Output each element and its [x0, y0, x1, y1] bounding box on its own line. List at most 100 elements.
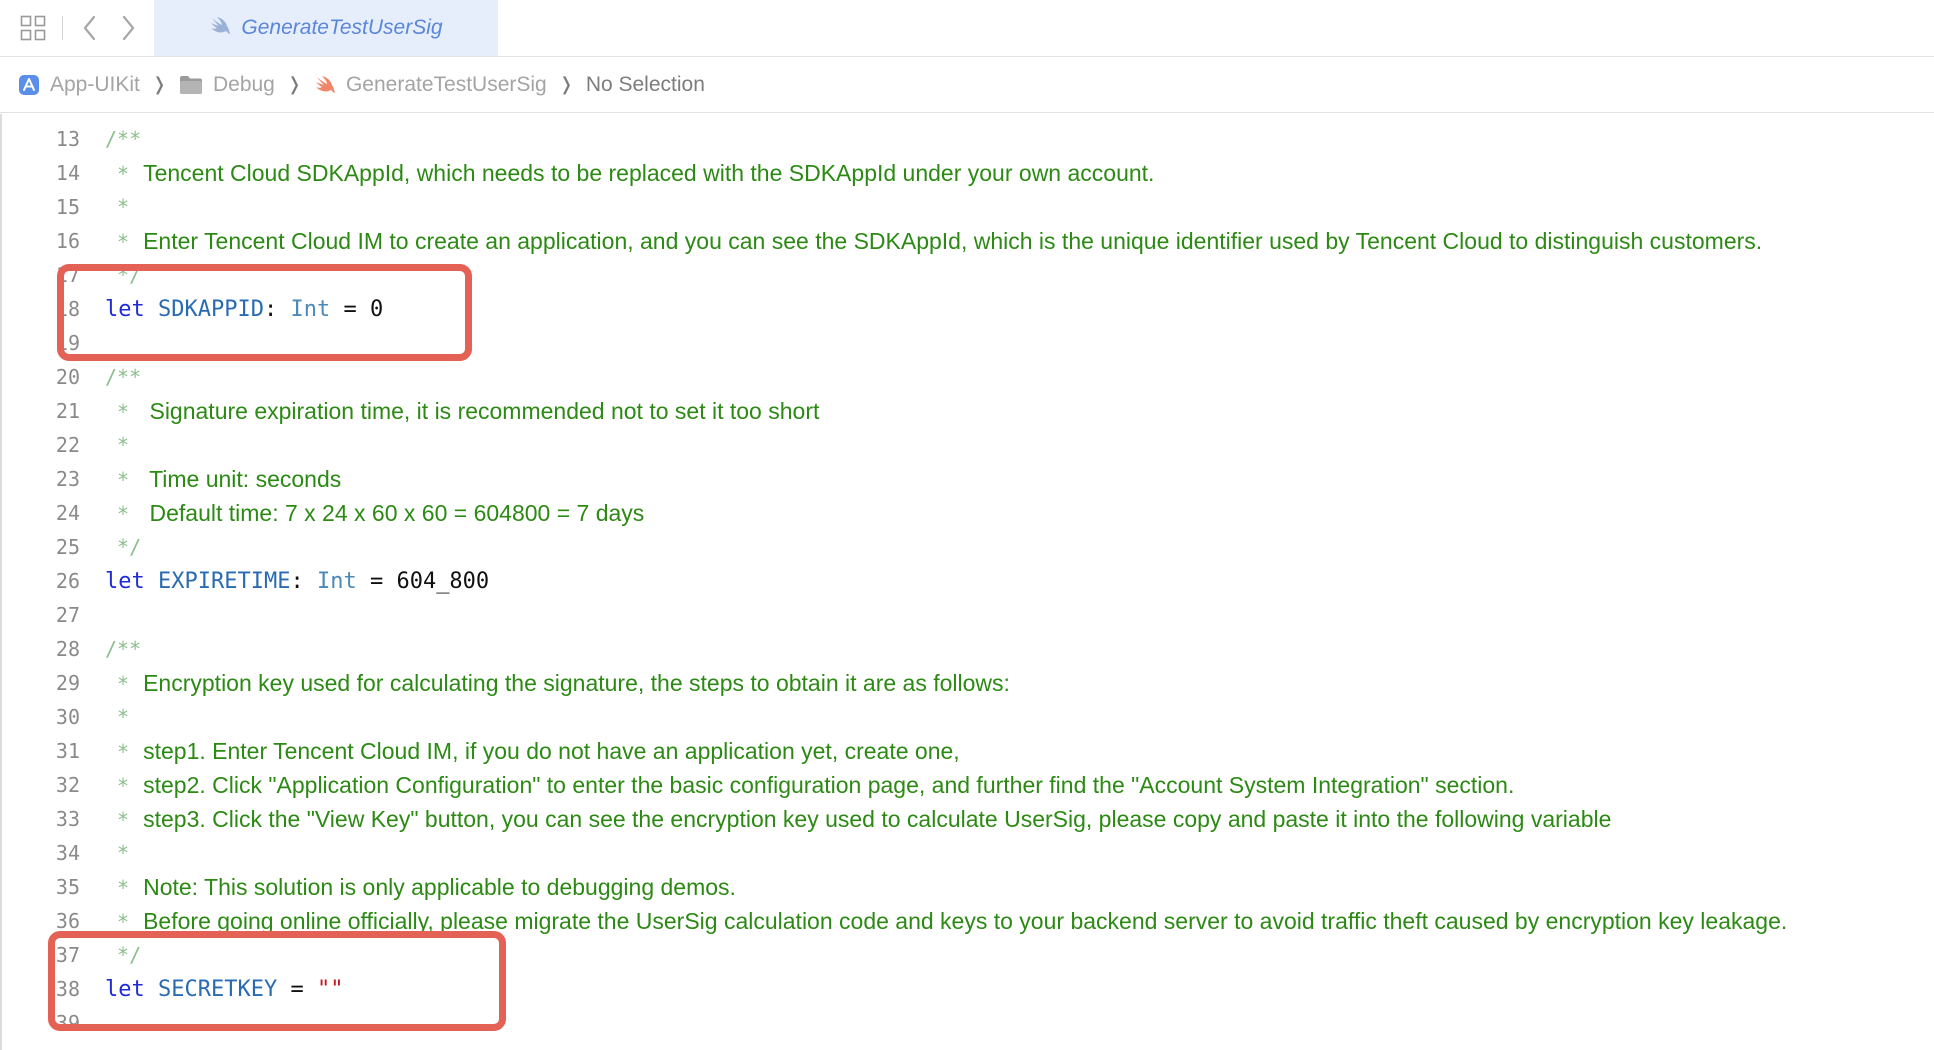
code-content: let EXPIRETIME: Int = 604_800: [105, 569, 489, 594]
code-line[interactable]: 28 /**: [2, 632, 1934, 666]
identifier: EXPIRETIME: [158, 568, 291, 594]
toolbar-divider: [62, 16, 63, 40]
comment-text: Before going online officially, please m…: [143, 907, 1788, 934]
line-number: 15: [55, 195, 80, 219]
code-content: * Enter Tencent Cloud IM to create an app…: [105, 228, 1762, 255]
breadcrumb-item-app-uikit[interactable]: App-UIKit: [18, 73, 140, 97]
line-number: 23: [55, 467, 80, 491]
code-line[interactable]: 15 *: [2, 190, 1934, 224]
line-number: 29: [55, 671, 80, 695]
code-line[interactable]: 30 *: [2, 700, 1934, 734]
comment-text: Default time: 7 x 24 x 60 x 60 = 604800 …: [143, 499, 645, 526]
code-content: /**: [105, 127, 141, 151]
code-content: * Signature expiration time, it is recom…: [105, 398, 819, 425]
breadcrumb: App-UIKit ❭ Debug ❭ GenerateTestUserSig …: [0, 57, 1934, 113]
comment-marker: *: [105, 161, 130, 186]
tab-bar: GenerateTestUserSig: [0, 0, 1934, 57]
breadcrumb-separator-icon: ❭: [286, 74, 302, 94]
comment-text: step2. Click "Application Configuration"…: [143, 771, 1515, 798]
code-editor[interactable]: 13 /** 14 * Tencent Cloud SDKAppId, which n…: [0, 114, 1934, 1050]
comment-marker: *: [105, 875, 130, 900]
tab-label: GenerateTestUserSig: [241, 16, 443, 39]
value-literal: 604_800: [396, 568, 490, 594]
code-content: * step3. Click the "View Key" button, you…: [105, 806, 1611, 833]
code-line[interactable]: 22 *: [2, 428, 1934, 462]
code-line[interactable]: 14 * Tencent Cloud SDKAppId, which needs …: [2, 156, 1934, 190]
code-line[interactable]: 23 * Time unit: seconds: [2, 462, 1934, 496]
breadcrumb-separator-icon: ❭: [151, 74, 167, 94]
code-line[interactable]: 26 let EXPIRETIME: Int = 604_800: [2, 564, 1934, 598]
code-content: *: [105, 841, 129, 865]
comment-marker: *: [105, 399, 130, 424]
forward-chevron-icon[interactable]: [114, 14, 142, 42]
comment-text: Signature expiration time, it is recomme…: [143, 397, 820, 424]
breadcrumb-item-generate-test-user-sig[interactable]: GenerateTestUserSig: [314, 73, 547, 97]
code-content: *: [105, 433, 129, 457]
code-line[interactable]: 33 * step3. Click the "View Key" button, …: [2, 802, 1934, 836]
code-line[interactable]: 32 * step2. Click "Application Configurat…: [2, 768, 1934, 802]
grid-icon[interactable]: [19, 14, 47, 42]
comment-marker: *: [105, 739, 130, 764]
code-line[interactable]: 35 * Note: This solution is only applicab…: [2, 870, 1934, 904]
app-icon: [18, 74, 40, 96]
comment-text: Encryption key used for calculating the …: [143, 669, 1010, 696]
code-line[interactable]: 27: [2, 598, 1934, 632]
line-number: 34: [55, 841, 80, 865]
line-number: 21: [55, 399, 80, 423]
comment-marker: *: [105, 433, 130, 457]
line-number: 24: [55, 501, 80, 525]
comment-text: Time unit: seconds: [143, 465, 342, 492]
code-line[interactable]: 24 * Default time: 7 x 24 x 60 x 60 = 60…: [2, 496, 1934, 530]
breadcrumb-label: App-UIKit: [50, 72, 140, 96]
code-content: * step1. Enter Tencent Cloud IM, if you d…: [105, 738, 960, 765]
line-number: 13: [55, 127, 80, 151]
code-content: * Encryption key used for calculating the…: [105, 670, 1010, 697]
line-number: 36: [55, 909, 80, 933]
comment-marker: */: [105, 535, 142, 559]
comment-text: step1. Enter Tencent Cloud IM, if you do…: [143, 737, 960, 764]
code-content: */: [105, 535, 141, 559]
code-line[interactable]: 34 *: [2, 836, 1934, 870]
code-line[interactable]: 13 /**: [2, 122, 1934, 156]
code-line[interactable]: 29 * Encryption key used for calculating …: [2, 666, 1934, 700]
keyword: let: [105, 568, 145, 594]
swift-icon: [314, 75, 336, 95]
line-number: 30: [55, 705, 80, 729]
type-name: Int: [316, 568, 357, 594]
breadcrumb-separator-icon: ❭: [558, 74, 574, 94]
line-number: 25: [55, 535, 80, 559]
comment-marker: *: [105, 909, 130, 934]
line-number: 20: [55, 365, 80, 389]
comment-marker: /**: [105, 127, 142, 151]
highlight-box-secretkey: [48, 931, 506, 1031]
breadcrumb-label: Debug: [212, 72, 275, 96]
line-number: 32: [55, 773, 80, 797]
comment-text: Tencent Cloud SDKAppId, which needs to b…: [143, 159, 1155, 186]
breadcrumb-label: GenerateTestUserSig: [345, 72, 547, 96]
breadcrumb-item-no-selection[interactable]: No Selection: [586, 73, 705, 97]
back-chevron-icon[interactable]: [76, 14, 104, 42]
code-line[interactable]: 31 * step1. Enter Tencent Cloud IM, if yo…: [2, 734, 1934, 768]
highlight-box-sdkappid: [57, 264, 472, 361]
code-content: *: [105, 705, 129, 729]
code-content: * step2. Click "Application Configuration…: [105, 772, 1514, 799]
code-line[interactable]: 16 * Enter Tencent Cloud IM to create an …: [2, 224, 1934, 258]
code-line[interactable]: 25 */: [2, 530, 1934, 564]
code-line[interactable]: 20 /**: [2, 360, 1934, 394]
line-number: 14: [55, 161, 80, 185]
folder-icon: [179, 75, 203, 95]
breadcrumb-item-debug[interactable]: Debug: [179, 73, 275, 97]
comment-marker: *: [105, 807, 130, 832]
tab-generate-test-user-sig[interactable]: GenerateTestUserSig: [154, 0, 498, 56]
code-line[interactable]: 21 * Signature expiration time, it is re…: [2, 394, 1934, 428]
code-content: *: [105, 195, 129, 219]
breadcrumb-label: No Selection: [585, 72, 705, 96]
swift-icon: [209, 16, 231, 41]
comment-marker: *: [105, 841, 130, 865]
line-number: 27: [55, 603, 80, 627]
line-number: 31: [55, 739, 80, 763]
